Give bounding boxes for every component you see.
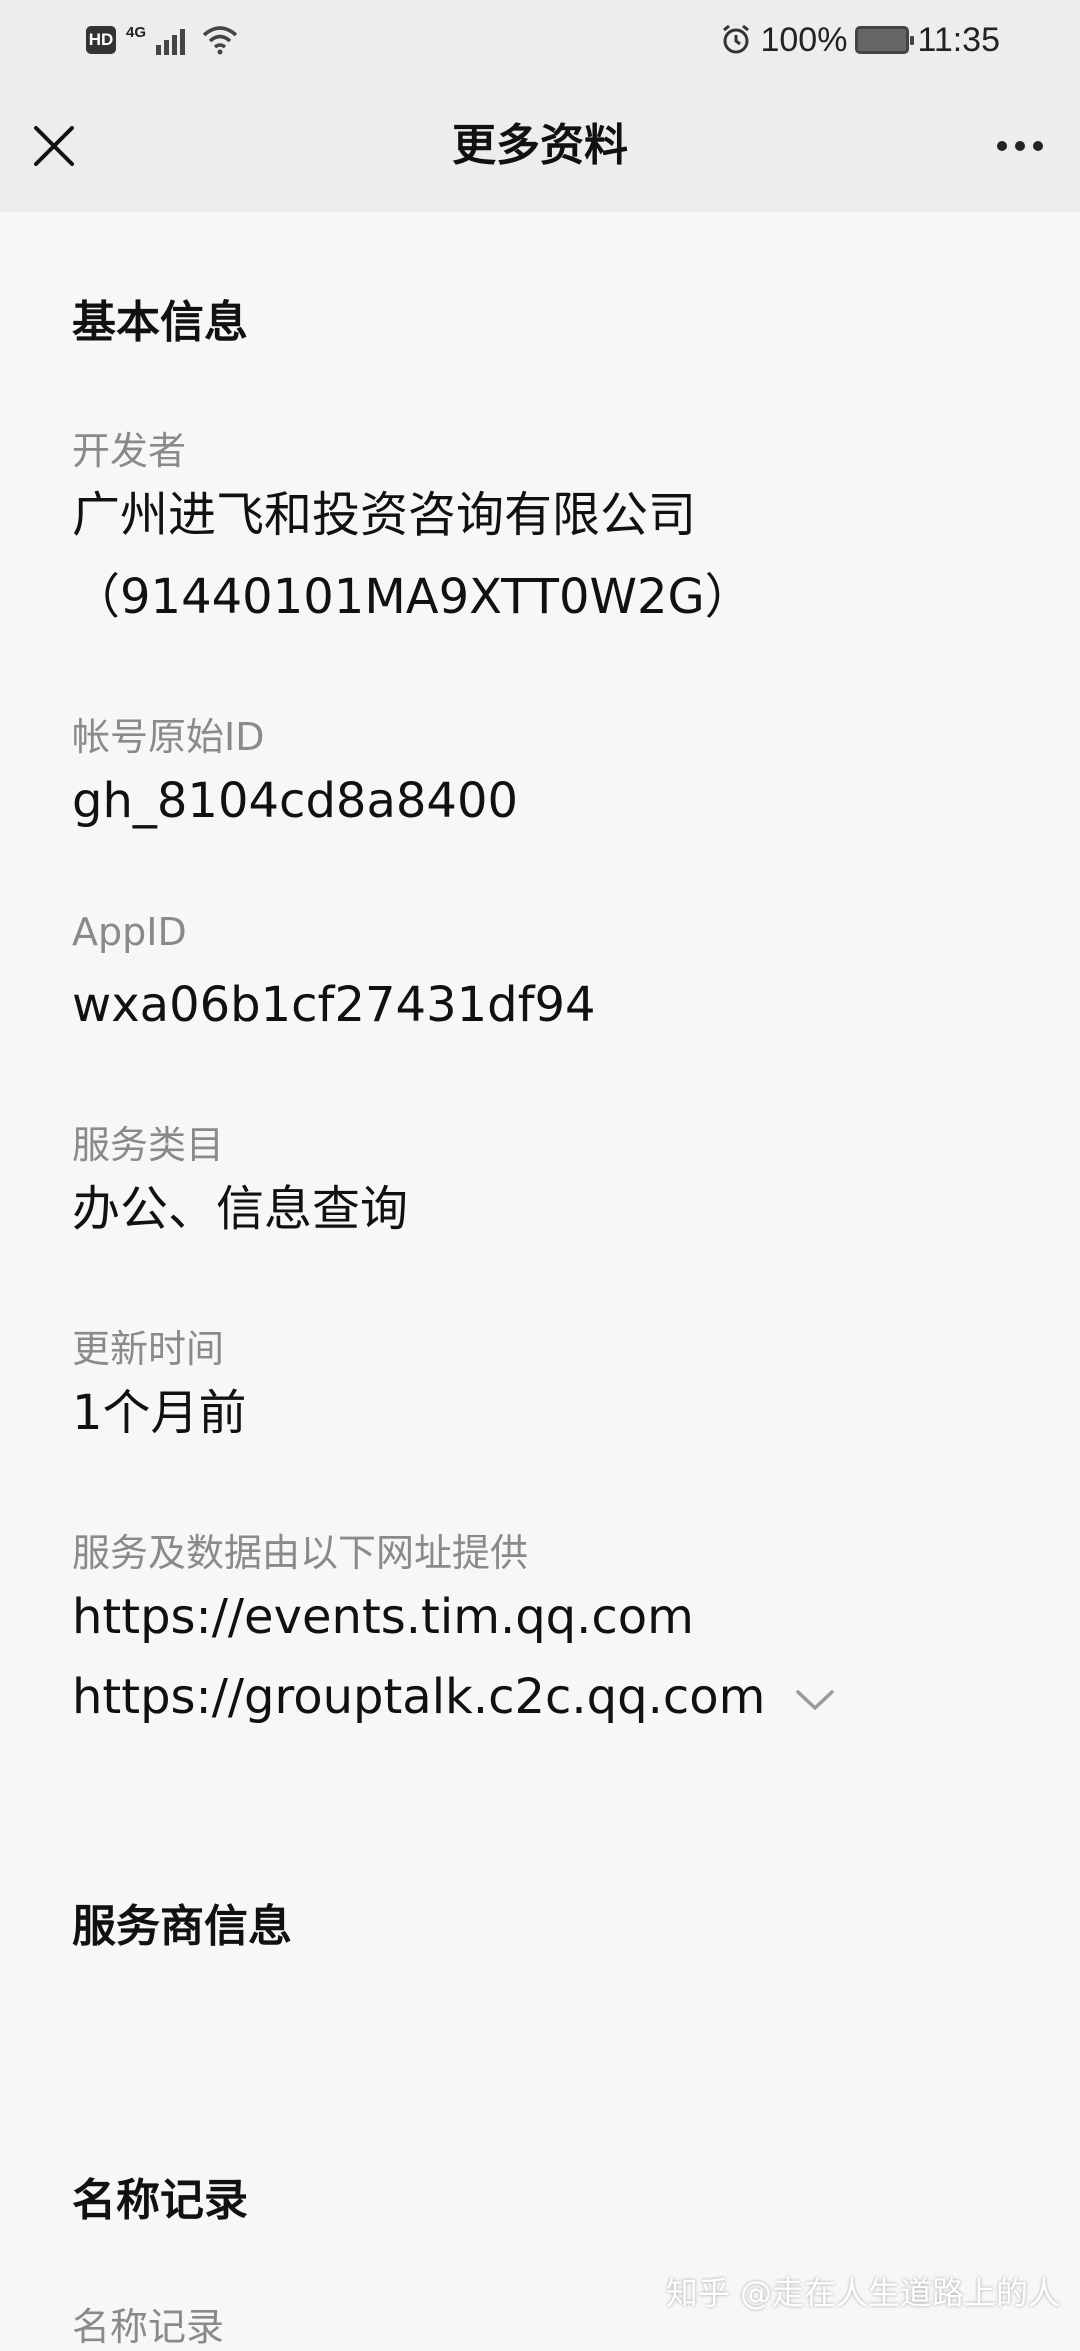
more-button[interactable] [984, 116, 1056, 176]
battery-icon [855, 26, 915, 54]
status-bar: HD 4G 100% 11:35 [0, 0, 1080, 80]
more-icon-dot [1033, 141, 1043, 151]
chevron-down-icon[interactable] [795, 1688, 835, 1712]
domain-url: https://events.tim.qq.com [72, 1589, 694, 1645]
update-time-value: 1个月前 [72, 1385, 247, 1441]
domain-url-row[interactable]: https://grouptalk.c2c.qq.com [72, 1662, 835, 1732]
service-category-value: 办公、信息查询 [72, 1181, 409, 1237]
appid-value: wxa06b1cf27431df94 [72, 977, 596, 1033]
appid-label: AppID [72, 910, 187, 954]
more-icon [997, 141, 1007, 151]
developer-label: 开发者 [72, 429, 187, 473]
status-left: HD 4G [86, 20, 238, 60]
domains-label: 服务及数据由以下网址提供 [72, 1531, 529, 1575]
hd-badge: HD [86, 26, 116, 54]
domain-url: https://grouptalk.c2c.qq.com [72, 1669, 766, 1725]
update-time-label: 更新时间 [72, 1327, 225, 1371]
signal-icon [156, 29, 186, 55]
wifi-icon [202, 26, 238, 55]
service-category-label: 服务类目 [72, 1123, 225, 1167]
status-right: 100% 11:35 [720, 16, 1000, 64]
network-type: 4G [126, 23, 147, 41]
nav-bar: 更多资料 [0, 80, 1080, 212]
name-record-label: 名称记录 [72, 2305, 225, 2349]
section-provider-info: 服务商信息 [72, 1901, 292, 1952]
original-id-value: gh_8104cd8a8400 [72, 773, 519, 829]
developer-code: （91440101MA9XTT0W2G） [72, 569, 753, 625]
watermark: 知乎 @走在人生道路上的人 [665, 2274, 1060, 2312]
developer-value: 广州进飞和投资咨询有限公司 [72, 487, 697, 543]
alarm-icon [723, 24, 750, 54]
section-basic-info: 基本信息 [72, 297, 248, 348]
original-id-label: 帐号原始ID [72, 715, 265, 759]
more-icon-dot [1015, 141, 1025, 151]
section-name-record: 名称记录 [72, 2175, 248, 2226]
clock: 11:35 [917, 20, 1000, 59]
battery-percent: 100% [760, 20, 848, 59]
page-title: 更多资料 [452, 120, 628, 171]
